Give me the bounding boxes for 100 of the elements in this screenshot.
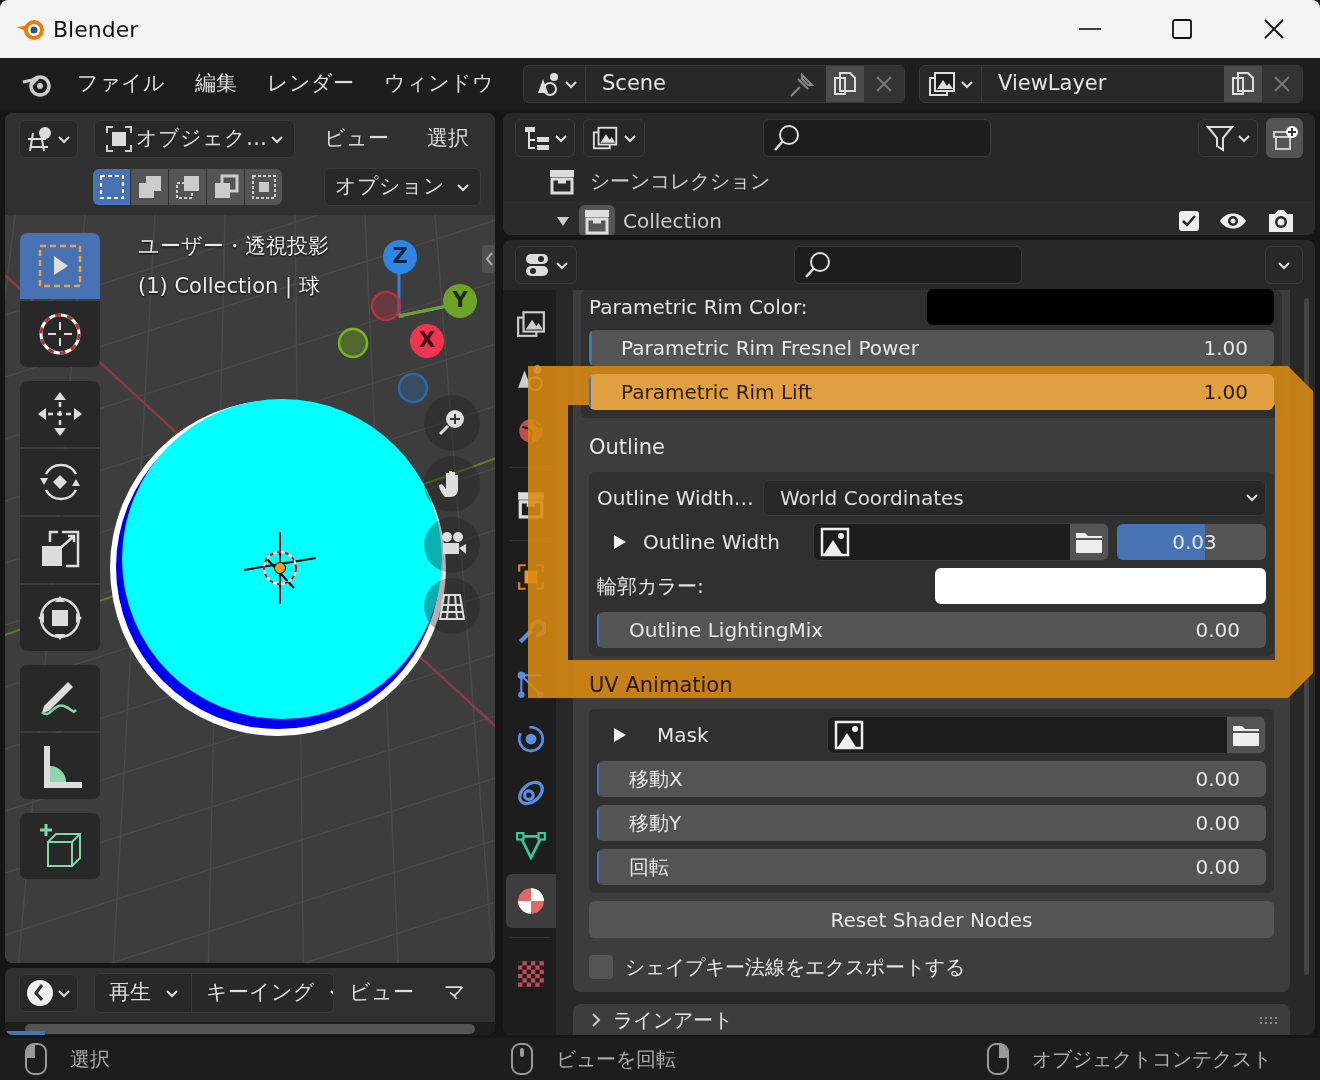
- menu-dropdown[interactable]: キーイング: [192, 974, 333, 1012]
- number-slider[interactable]: 移動Y 0.00: [597, 805, 1266, 841]
- options-dropdown[interactable]: オプション: [324, 168, 481, 206]
- physics-icon: [516, 724, 546, 754]
- timeline-scrubber[interactable]: [5, 1022, 495, 1035]
- caret-icon: [1277, 260, 1291, 270]
- negative-axis-handle[interactable]: [370, 290, 402, 322]
- tool-button[interactable]: [20, 665, 100, 731]
- menu-item[interactable]: 選択: [412, 123, 484, 155]
- tool-button[interactable]: [20, 449, 100, 515]
- outliner-row[interactable]: シーンコレクション: [503, 161, 1315, 201]
- viewport-navigation-button[interactable]: [424, 395, 480, 451]
- negative-axis-handle[interactable]: [397, 372, 429, 404]
- axis-handle[interactable]: Y: [443, 284, 477, 318]
- number-slider[interactable]: Parametric Rim Fresnel Power 1.00: [589, 330, 1274, 366]
- selection-mode-button[interactable]: [245, 169, 282, 205]
- editor-type-button[interactable]: [515, 246, 577, 284]
- window-title: Blender: [53, 15, 139, 44]
- duplicate-button[interactable]: [826, 66, 864, 102]
- texture-field[interactable]: [827, 716, 1266, 754]
- caret-icon: [270, 134, 284, 144]
- menu-dropdown[interactable]: 再生: [95, 974, 192, 1012]
- browse-button[interactable]: [1070, 523, 1108, 560]
- field-label: Mask: [657, 722, 710, 749]
- exclude-checkbox[interactable]: [1179, 211, 1199, 231]
- caret-icon: [553, 133, 568, 143]
- viewport-navigation-button[interactable]: [424, 578, 480, 634]
- browse-button[interactable]: [1227, 717, 1265, 753]
- display-mode-button[interactable]: [515, 119, 575, 157]
- section-header[interactable]: UV Animation: [589, 663, 1274, 707]
- caret-icon: [563, 79, 578, 89]
- duplicate-button[interactable]: [1224, 66, 1262, 102]
- menu-item[interactable]: ファイル: [62, 68, 180, 100]
- axis-handle[interactable]: Z: [383, 240, 417, 274]
- color-swatch[interactable]: [927, 289, 1274, 325]
- field-label: Outline Width: [643, 528, 781, 556]
- close-icon: [1272, 74, 1292, 94]
- filter-icon: [1205, 124, 1234, 152]
- selection-mode-button[interactable]: [93, 169, 130, 205]
- object-mode-icon: [105, 125, 133, 153]
- selection-mode-button[interactable]: [169, 169, 206, 205]
- close-icon: [874, 74, 894, 94]
- view-layer-filter-button[interactable]: [583, 119, 645, 157]
- selection-mode-button[interactable]: [207, 169, 244, 205]
- field-label: Outline Width…: [597, 484, 755, 512]
- menu-item[interactable]: ウィンドウ: [369, 68, 509, 100]
- search-field[interactable]: [763, 119, 991, 157]
- render-icon: [516, 308, 546, 338]
- drag-handle-icon[interactable]: [1258, 1014, 1278, 1025]
- tool-button[interactable]: [20, 585, 100, 651]
- texture-field[interactable]: [813, 522, 1109, 561]
- number-slider[interactable]: Parametric Rim Lift 1.00: [589, 374, 1274, 410]
- tool-button[interactable]: [20, 733, 100, 799]
- search-icon: [772, 123, 802, 153]
- filter-button[interactable]: [1198, 119, 1258, 157]
- eye-icon[interactable]: [1219, 211, 1247, 231]
- mode-dropdown[interactable]: オブジェク…: [94, 120, 295, 158]
- new-collection-button[interactable]: [1266, 118, 1303, 158]
- search-field[interactable]: [794, 246, 1022, 284]
- tool-button[interactable]: [20, 381, 100, 447]
- disclosure-triangle-icon[interactable]: [613, 727, 627, 743]
- new-collection-icon: [1270, 124, 1299, 152]
- camera-icon[interactable]: [1267, 208, 1295, 234]
- section-header[interactable]: Outline: [589, 426, 1274, 470]
- reset-shader-nodes-button[interactable]: Reset Shader Nodes: [589, 901, 1274, 938]
- mouse-icon: [986, 1042, 1010, 1076]
- viewport-navigation-button[interactable]: [424, 456, 480, 512]
- editor-type-button[interactable]: [19, 974, 78, 1012]
- axis-handle[interactable]: X: [410, 324, 444, 358]
- menu-item[interactable]: レンダー: [252, 68, 369, 100]
- menu-item[interactable]: ビュー: [334, 977, 429, 1009]
- tool-button[interactable]: [20, 517, 100, 583]
- tool-button[interactable]: [20, 813, 100, 879]
- scroll-bar[interactable]: [25, 1024, 475, 1034]
- number-slider[interactable]: 移動X 0.00: [597, 761, 1266, 797]
- selection-mode-icon: [173, 173, 202, 201]
- options-dropdown[interactable]: [1265, 246, 1303, 284]
- image-icon: [820, 526, 850, 557]
- sidebar-toggle-icon[interactable]: [482, 245, 495, 273]
- viewport-info-text: (1) Collection | 球: [138, 272, 321, 301]
- tool-button[interactable]: [20, 301, 100, 367]
- close-icon: [1263, 18, 1285, 40]
- menu-item[interactable]: 編集: [180, 68, 252, 100]
- disclosure-triangle-icon[interactable]: [613, 533, 627, 550]
- dropdown[interactable]: World Coordinates: [763, 479, 1266, 516]
- image-stack-icon: [927, 69, 958, 99]
- scroll-bar[interactable]: [1304, 298, 1309, 975]
- editor-type-button[interactable]: [19, 120, 78, 158]
- selection-mode-button[interactable]: [131, 169, 168, 205]
- number-slider[interactable]: Outline LightingMix 0.00: [597, 611, 1266, 648]
- negative-axis-handle[interactable]: [337, 327, 369, 359]
- menu-item[interactable]: マ: [429, 977, 481, 1009]
- color-swatch[interactable]: [935, 567, 1266, 604]
- menu-item[interactable]: ビュー: [309, 123, 404, 155]
- panel-header[interactable]: ラインアート: [573, 1004, 1290, 1035]
- properties-tab[interactable]: [506, 874, 556, 928]
- viewport-navigation-button[interactable]: [424, 517, 480, 573]
- number-slider[interactable]: 回転 0.00: [597, 849, 1266, 885]
- image-stack-icon: [591, 124, 620, 152]
- search-icon: [803, 250, 833, 280]
